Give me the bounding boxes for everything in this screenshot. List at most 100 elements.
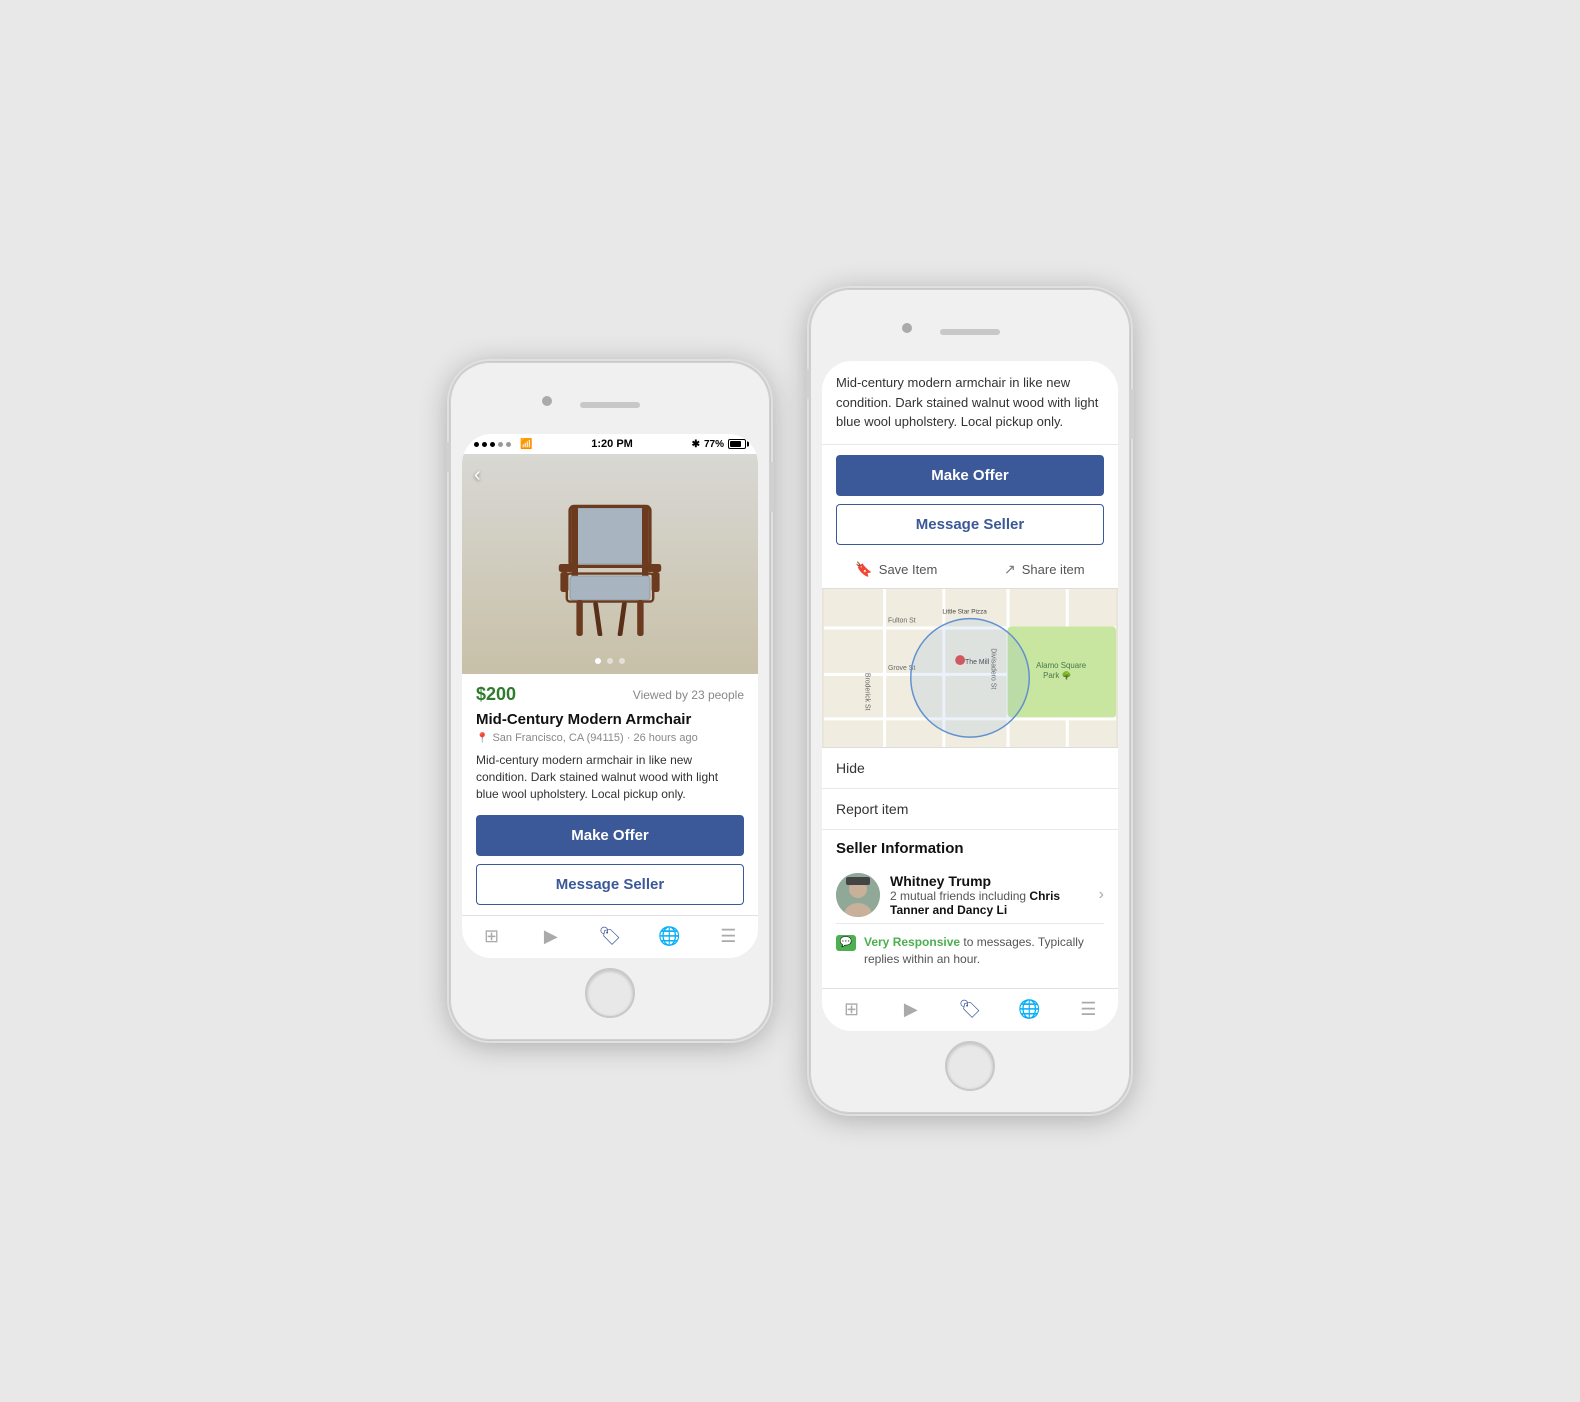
battery-percent: 77% — [704, 439, 724, 450]
wifi-icon: 📶 — [520, 439, 532, 450]
nav-video-icon[interactable]: ▶ — [538, 924, 564, 950]
make-offer-button-2[interactable]: Make Offer — [836, 455, 1104, 496]
save-share-row: 🔖 Save Item ↗ Share item — [822, 555, 1118, 588]
front-camera-2 — [902, 323, 912, 333]
very-responsive-label: Very Responsive — [864, 935, 960, 949]
screen-content-2: Mid-century modern armchair in like new … — [822, 361, 1118, 1030]
nav-globe-icon-2[interactable]: 🌐 — [1016, 997, 1042, 1023]
status-time: 1:20 PM — [591, 438, 633, 450]
seller-avatar — [836, 873, 880, 917]
price: $200 — [476, 684, 516, 705]
nav-news-icon-2[interactable]: ⊞ — [839, 997, 865, 1023]
nav-menu-icon[interactable]: ☰ — [715, 924, 741, 950]
map-area[interactable]: Alamo Square Park 🌳 Fulton St Grove St D… — [822, 588, 1118, 748]
signal-dot-2 — [482, 442, 487, 447]
save-item-button[interactable]: 🔖 Save Item — [855, 561, 937, 578]
power-button-2 — [1130, 389, 1134, 439]
product-desc: Mid-century modern armchair in like new … — [476, 752, 744, 802]
svg-text:Little Star Pizza: Little Star Pizza — [942, 609, 987, 616]
save-item-label: Save Item — [879, 562, 938, 577]
volume-button — [446, 442, 450, 472]
product-title: Mid-Century Modern Armchair — [476, 711, 744, 728]
mutual-friends-text: 2 mutual friends including — [890, 889, 1026, 903]
svg-text:Park 🌳: Park 🌳 — [1043, 670, 1071, 680]
responsive-badge: Very Responsive to messages. Typically r… — [836, 924, 1104, 978]
status-bar: 📶 1:20 PM ✱ 77% — [462, 434, 758, 454]
phone-screen-1: 📶 1:20 PM ✱ 77% — [462, 434, 758, 957]
svg-text:Broderick St: Broderick St — [863, 673, 870, 711]
product-image-bg — [462, 454, 758, 674]
bottom-bezel-1 — [462, 958, 758, 1028]
nav-marketplace-icon-2[interactable]: 🏷 — [957, 997, 983, 1023]
responsive-text: Very Responsive to messages. Typically r… — [864, 934, 1104, 968]
nav-menu-icon-2[interactable]: ☰ — [1075, 997, 1101, 1023]
battery-area: ✱ 77% — [692, 439, 746, 450]
bottom-bezel-2 — [822, 1031, 1118, 1101]
pin-icon: 📍 — [476, 733, 488, 744]
phone-screen-2: Mid-century modern armchair in like new … — [822, 361, 1118, 1030]
report-button[interactable]: Report item — [822, 789, 1118, 830]
viewed-by: Viewed by 23 people — [633, 688, 744, 702]
seller-info: Whitney Trump 2 mutual friends including… — [890, 873, 1089, 917]
responsive-icon — [836, 935, 856, 951]
hide-button[interactable]: Hide — [822, 748, 1118, 789]
dot-2 — [607, 658, 613, 664]
bookmark-icon: 🔖 — [855, 561, 872, 578]
product-image-area: ‹ — [462, 454, 758, 674]
price-row: $200 Viewed by 23 people — [476, 684, 744, 705]
speaker-2 — [940, 329, 1000, 335]
dot-3 — [619, 658, 625, 664]
seller-section: Seller Information — [822, 830, 1118, 988]
description-box: Mid-century modern armchair in like new … — [822, 361, 1118, 445]
signal-dot-1 — [474, 442, 479, 447]
product-info: $200 Viewed by 23 people Mid-Century Mod… — [462, 674, 758, 914]
screen-content-1: ‹ $200 Viewed by 23 people Mid-Century M… — [462, 454, 758, 957]
home-button-1[interactable] — [585, 968, 635, 1018]
make-offer-button[interactable]: Make Offer — [476, 815, 744, 856]
nav-globe-icon[interactable]: 🌐 — [656, 924, 682, 950]
battery-icon — [728, 439, 746, 449]
svg-text:Alamo Square: Alamo Square — [1036, 661, 1087, 670]
seller-name: Whitney Trump — [890, 873, 1089, 889]
product-meta-text: San Francisco, CA (94115) · 26 hours ago — [492, 732, 697, 744]
friend2-name: and Dancy Li — [932, 903, 1007, 917]
product-meta: 📍 San Francisco, CA (94115) · 26 hours a… — [476, 732, 744, 744]
image-dots — [595, 658, 625, 664]
phone-1: 📶 1:20 PM ✱ 77% — [450, 362, 770, 1039]
nav-news-icon[interactable]: ⊞ — [479, 924, 505, 950]
chair-illustration — [530, 474, 690, 654]
top-bezel-2 — [822, 301, 1118, 361]
share-icon: ↗ — [1004, 561, 1016, 578]
message-seller-button[interactable]: Message Seller — [476, 864, 744, 905]
phones-container: 📶 1:20 PM ✱ 77% — [450, 289, 1130, 1112]
nav-marketplace-icon[interactable]: 🏷 — [597, 924, 623, 950]
home-button-2[interactable] — [945, 1041, 995, 1091]
map-svg: Alamo Square Park 🌳 Fulton St Grove St D… — [822, 589, 1118, 747]
phone-2: Mid-century modern armchair in like new … — [810, 289, 1130, 1112]
share-item-button[interactable]: ↗ Share item — [1004, 561, 1085, 578]
top-bezel — [462, 374, 758, 434]
front-camera — [542, 396, 552, 406]
bottom-nav-2: ⊞ ▶ 🏷 🌐 ☰ — [822, 988, 1118, 1031]
battery-fill — [730, 441, 741, 447]
speaker — [580, 402, 640, 408]
bluetooth-icon: ✱ — [692, 439, 700, 450]
message-seller-button-2[interactable]: Message Seller — [836, 504, 1104, 545]
seller-section-title: Seller Information — [836, 840, 1104, 857]
seller-profile-row[interactable]: Whitney Trump 2 mutual friends including… — [836, 867, 1104, 924]
share-item-label: Share item — [1022, 562, 1085, 577]
signal-dot-4 — [498, 442, 503, 447]
signal-dot-5 — [506, 442, 511, 447]
dot-1 — [595, 658, 601, 664]
power-button — [770, 462, 774, 512]
nav-video-icon-2[interactable]: ▶ — [898, 997, 924, 1023]
seller-mutual-friends: 2 mutual friends including Chris Tanner … — [890, 889, 1089, 917]
signal-area: 📶 — [474, 438, 533, 450]
action-buttons: Make Offer Message Seller — [822, 445, 1118, 555]
back-button[interactable]: ‹ — [474, 464, 481, 487]
volume-button-2 — [806, 369, 810, 399]
chevron-right-icon: › — [1099, 886, 1104, 904]
signal-dot-3 — [490, 442, 495, 447]
svg-text:Fulton St: Fulton St — [888, 618, 916, 625]
avatar-svg — [836, 873, 880, 917]
